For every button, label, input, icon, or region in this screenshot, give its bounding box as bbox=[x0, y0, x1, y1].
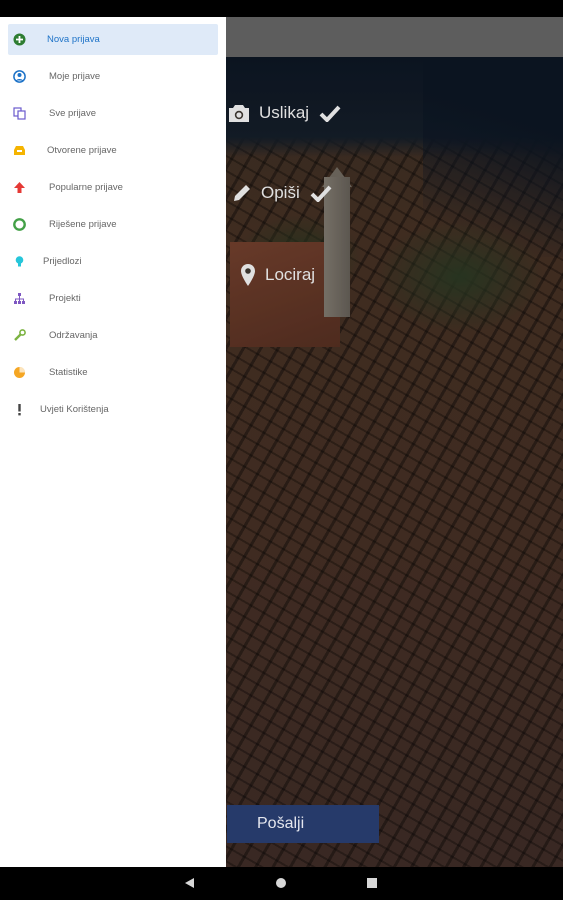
drawer-item-otvorene-prijave[interactable]: Otvorene prijave bbox=[8, 135, 218, 166]
lifebuoy-icon bbox=[12, 218, 26, 232]
drawer-item-prijedlozi[interactable]: Prijedlozi bbox=[8, 246, 218, 277]
drawer-item-label: Sve prijave bbox=[49, 108, 96, 119]
send-button[interactable]: Pošalji bbox=[227, 805, 379, 843]
sitemap-icon bbox=[12, 292, 26, 306]
drawer-item-popularne-prijave[interactable]: Popularne prijave bbox=[8, 172, 218, 203]
drawer-item-label: Otvorene prijave bbox=[47, 145, 117, 156]
drawer-item-moje-prijave[interactable]: Moje prijave bbox=[8, 61, 218, 92]
drawer-item-label: Projekti bbox=[49, 293, 81, 304]
step-opisi-label: Opiši bbox=[261, 183, 300, 202]
drawer-item-label: Održavanja bbox=[49, 330, 98, 341]
check-icon bbox=[310, 185, 332, 202]
exclamation-icon bbox=[12, 403, 26, 417]
wrench-icon bbox=[12, 329, 26, 343]
drawer-item-odrzavanja[interactable]: Održavanja bbox=[8, 320, 218, 351]
copy-documents-icon bbox=[12, 107, 26, 121]
drawer-item-uvjeti-koristenja[interactable]: Uvjeti Korištenja bbox=[8, 394, 218, 425]
drawer-item-rijesene-prijave[interactable]: Riješene prijave bbox=[8, 209, 218, 240]
lightbulb-icon bbox=[12, 255, 26, 269]
arrow-up-icon bbox=[12, 181, 26, 195]
drawer-item-label: Popularne prijave bbox=[49, 182, 123, 193]
pie-chart-icon bbox=[12, 366, 26, 380]
drawer-item-label: Nova prijava bbox=[47, 34, 100, 45]
step-uslikaj-label: Uslikaj bbox=[259, 103, 310, 122]
app-screen: Uslikaj Opiši Lociraj Pošalji Nova prija… bbox=[0, 17, 563, 867]
navigation-drawer: Nova prijava Moje prijave Sve prijave Ot… bbox=[0, 17, 226, 867]
drawer-item-label: Riješene prijave bbox=[49, 219, 117, 230]
back-icon[interactable] bbox=[185, 878, 194, 888]
drawer-item-label: Moje prijave bbox=[49, 71, 101, 82]
drawer-item-label: Statistike bbox=[49, 367, 88, 378]
inbox-tray-icon bbox=[12, 144, 26, 158]
check-icon bbox=[319, 105, 341, 122]
recent-apps-icon[interactable] bbox=[367, 878, 377, 888]
drawer-item-label: Uvjeti Korištenja bbox=[40, 404, 109, 415]
step-lociraj-label: Lociraj bbox=[265, 265, 316, 284]
drawer-item-nova-prijava[interactable]: Nova prijava bbox=[8, 24, 218, 55]
drawer-item-projekti[interactable]: Projekti bbox=[8, 283, 218, 314]
map-pin-icon bbox=[240, 263, 256, 287]
camera-icon bbox=[228, 104, 250, 123]
user-circle-icon bbox=[12, 70, 26, 84]
step-opisi[interactable]: Opiši bbox=[232, 183, 332, 203]
step-lociraj[interactable]: Lociraj bbox=[240, 263, 315, 287]
home-icon[interactable] bbox=[276, 878, 286, 888]
add-circle-icon bbox=[12, 33, 26, 47]
drawer-item-sve-prijave[interactable]: Sve prijave bbox=[8, 98, 218, 129]
drawer-item-label: Prijedlozi bbox=[43, 256, 82, 267]
drawer-item-statistike[interactable]: Statistike bbox=[8, 357, 218, 388]
step-uslikaj[interactable]: Uslikaj bbox=[228, 103, 341, 123]
status-bar bbox=[0, 0, 563, 17]
pencil-icon bbox=[232, 183, 252, 203]
